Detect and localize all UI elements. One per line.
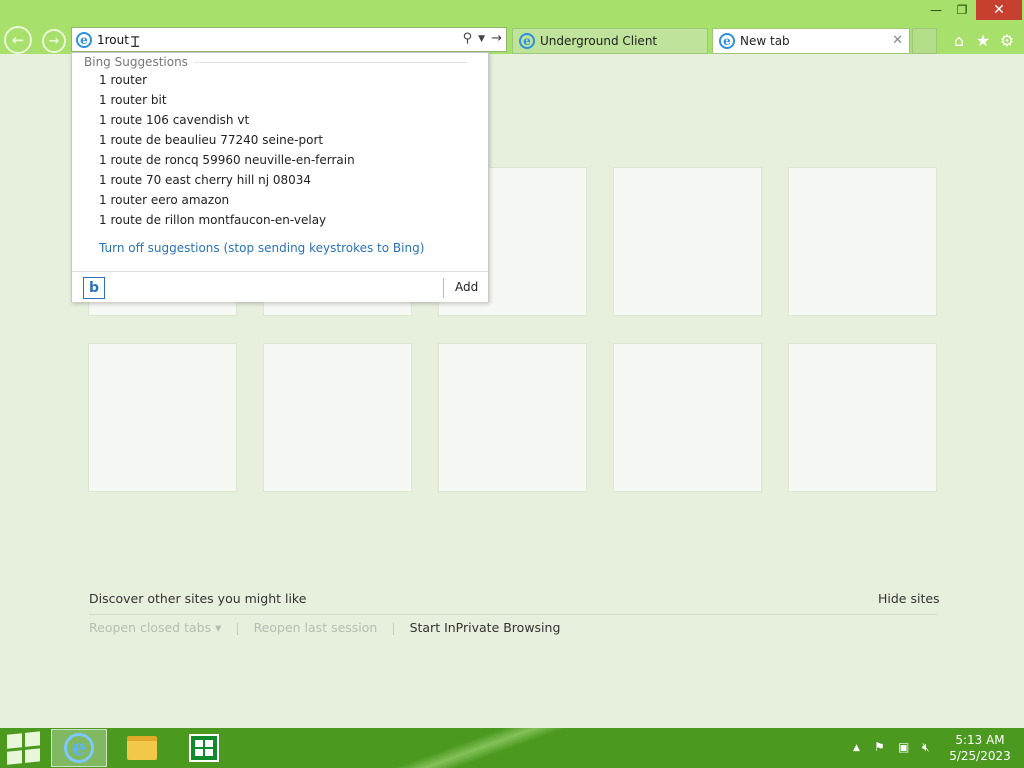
favorites-star-icon[interactable]: ★ xyxy=(972,29,994,51)
suggestion-item[interactable]: 1 route de rillon montfaucon-en-velay xyxy=(99,213,326,227)
footer-divider xyxy=(443,278,444,298)
header-divider xyxy=(182,62,467,63)
site-tile[interactable] xyxy=(438,343,587,492)
start-inprivate-link[interactable]: Start InPrivate Browsing xyxy=(410,620,561,635)
tab-underground-client[interactable]: e Underground Client xyxy=(512,28,708,54)
suggestion-item[interactable]: 1 route de beaulieu 77240 seine-port xyxy=(99,133,323,147)
site-tile[interactable] xyxy=(788,167,937,316)
suggestion-item[interactable]: 1 route 106 cavendish vt xyxy=(99,113,249,127)
suggestion-item[interactable]: 1 route 70 east cherry hill nj 08034 xyxy=(99,173,311,187)
separator: | xyxy=(235,620,240,635)
tab-label: New tab xyxy=(740,34,790,48)
suggestion-item[interactable]: 1 route de roncq 59960 neuville-en-ferra… xyxy=(99,153,355,167)
settings-gear-icon[interactable]: ⚙ xyxy=(996,29,1018,51)
text-cursor-icon: Ɪ xyxy=(131,33,140,51)
discover-sites-text: Discover other sites you might like xyxy=(89,591,307,606)
back-button[interactable]: ← xyxy=(3,26,33,54)
go-arrow-icon[interactable]: → xyxy=(491,31,502,46)
home-icon[interactable]: ⌂ xyxy=(948,29,970,51)
title-bar: — ❐ ✕ xyxy=(0,0,1024,26)
internet-explorer-icon: e xyxy=(64,733,94,763)
divider xyxy=(89,614,937,615)
arrow-right-icon: → xyxy=(42,29,66,53)
hide-sites-link[interactable]: Hide sites xyxy=(878,591,940,606)
dropdown-icon[interactable]: ▼ xyxy=(478,34,485,46)
close-window-button[interactable]: ✕ xyxy=(976,0,1022,20)
new-tab-button[interactable] xyxy=(912,28,937,54)
action-center-flag-icon[interactable]: ⚑ xyxy=(874,740,885,754)
arrow-left-icon: ← xyxy=(4,26,32,54)
volume-muted-icon[interactable]: 🔇︎ xyxy=(922,740,930,755)
separator: | xyxy=(391,620,396,635)
folder-icon xyxy=(127,736,157,760)
site-tile[interactable] xyxy=(88,343,237,492)
clock-date: 5/25/2023 xyxy=(949,749,1011,763)
suggestions-header: Bing Suggestions xyxy=(84,55,194,69)
start-button[interactable] xyxy=(7,731,41,765)
close-tab-icon[interactable]: ✕ xyxy=(892,33,903,48)
minimize-button[interactable]: — xyxy=(922,0,950,20)
site-tile[interactable] xyxy=(788,343,937,492)
suggestions-dropdown: Bing Suggestions 1 router 1 router bit 1… xyxy=(71,52,489,302)
turn-off-suggestions-link[interactable]: Turn off suggestions (stop sending keyst… xyxy=(99,241,424,255)
search-icon[interactable]: ⚲ xyxy=(463,31,473,46)
ie-tab-icon: e xyxy=(719,33,735,49)
site-tile[interactable] xyxy=(263,343,412,492)
tab-new-tab[interactable]: e New tab ✕ xyxy=(712,28,910,54)
taskbar-internet-explorer[interactable]: e xyxy=(51,729,107,767)
address-input[interactable] xyxy=(97,32,447,47)
taskbar: e ▲ ⚑ ▣ 🔇︎ 5:13 AM 5/25/2023 xyxy=(0,728,1024,768)
show-hidden-icons-button[interactable]: ▲ xyxy=(853,743,860,753)
suggestion-item[interactable]: 1 router eero amazon xyxy=(99,193,229,207)
taskbar-file-explorer[interactable] xyxy=(114,729,170,767)
new-tab-actions: Reopen closed tabs ▾ | Reopen last sessi… xyxy=(89,620,560,635)
forward-button[interactable]: → xyxy=(39,26,69,54)
ie-page-icon: e xyxy=(76,31,92,48)
suggestion-item[interactable]: 1 router bit xyxy=(99,93,167,107)
taskbar-store[interactable] xyxy=(176,729,232,767)
bing-provider-icon[interactable]: b xyxy=(83,277,105,299)
tab-label: Underground Client xyxy=(540,34,658,48)
site-tile[interactable] xyxy=(613,343,762,492)
site-tile[interactable] xyxy=(613,167,762,316)
clock-time: 5:13 AM xyxy=(955,733,1005,747)
add-provider-button[interactable]: Add xyxy=(455,280,478,294)
reopen-closed-tabs-link[interactable]: Reopen closed tabs ▾ xyxy=(89,620,221,635)
taskbar-decoration xyxy=(380,728,580,768)
taskbar-clock[interactable]: 5:13 AM 5/25/2023 xyxy=(947,732,1013,764)
ie-tab-icon: e xyxy=(519,33,535,49)
restore-button[interactable]: ❐ xyxy=(948,0,976,20)
search-provider-bar: b Add xyxy=(72,271,488,302)
suggestion-item[interactable]: 1 router xyxy=(99,73,147,87)
store-icon xyxy=(189,734,219,762)
reopen-last-session-link[interactable]: Reopen last session xyxy=(254,620,378,635)
network-icon[interactable]: ▣ xyxy=(898,740,909,754)
